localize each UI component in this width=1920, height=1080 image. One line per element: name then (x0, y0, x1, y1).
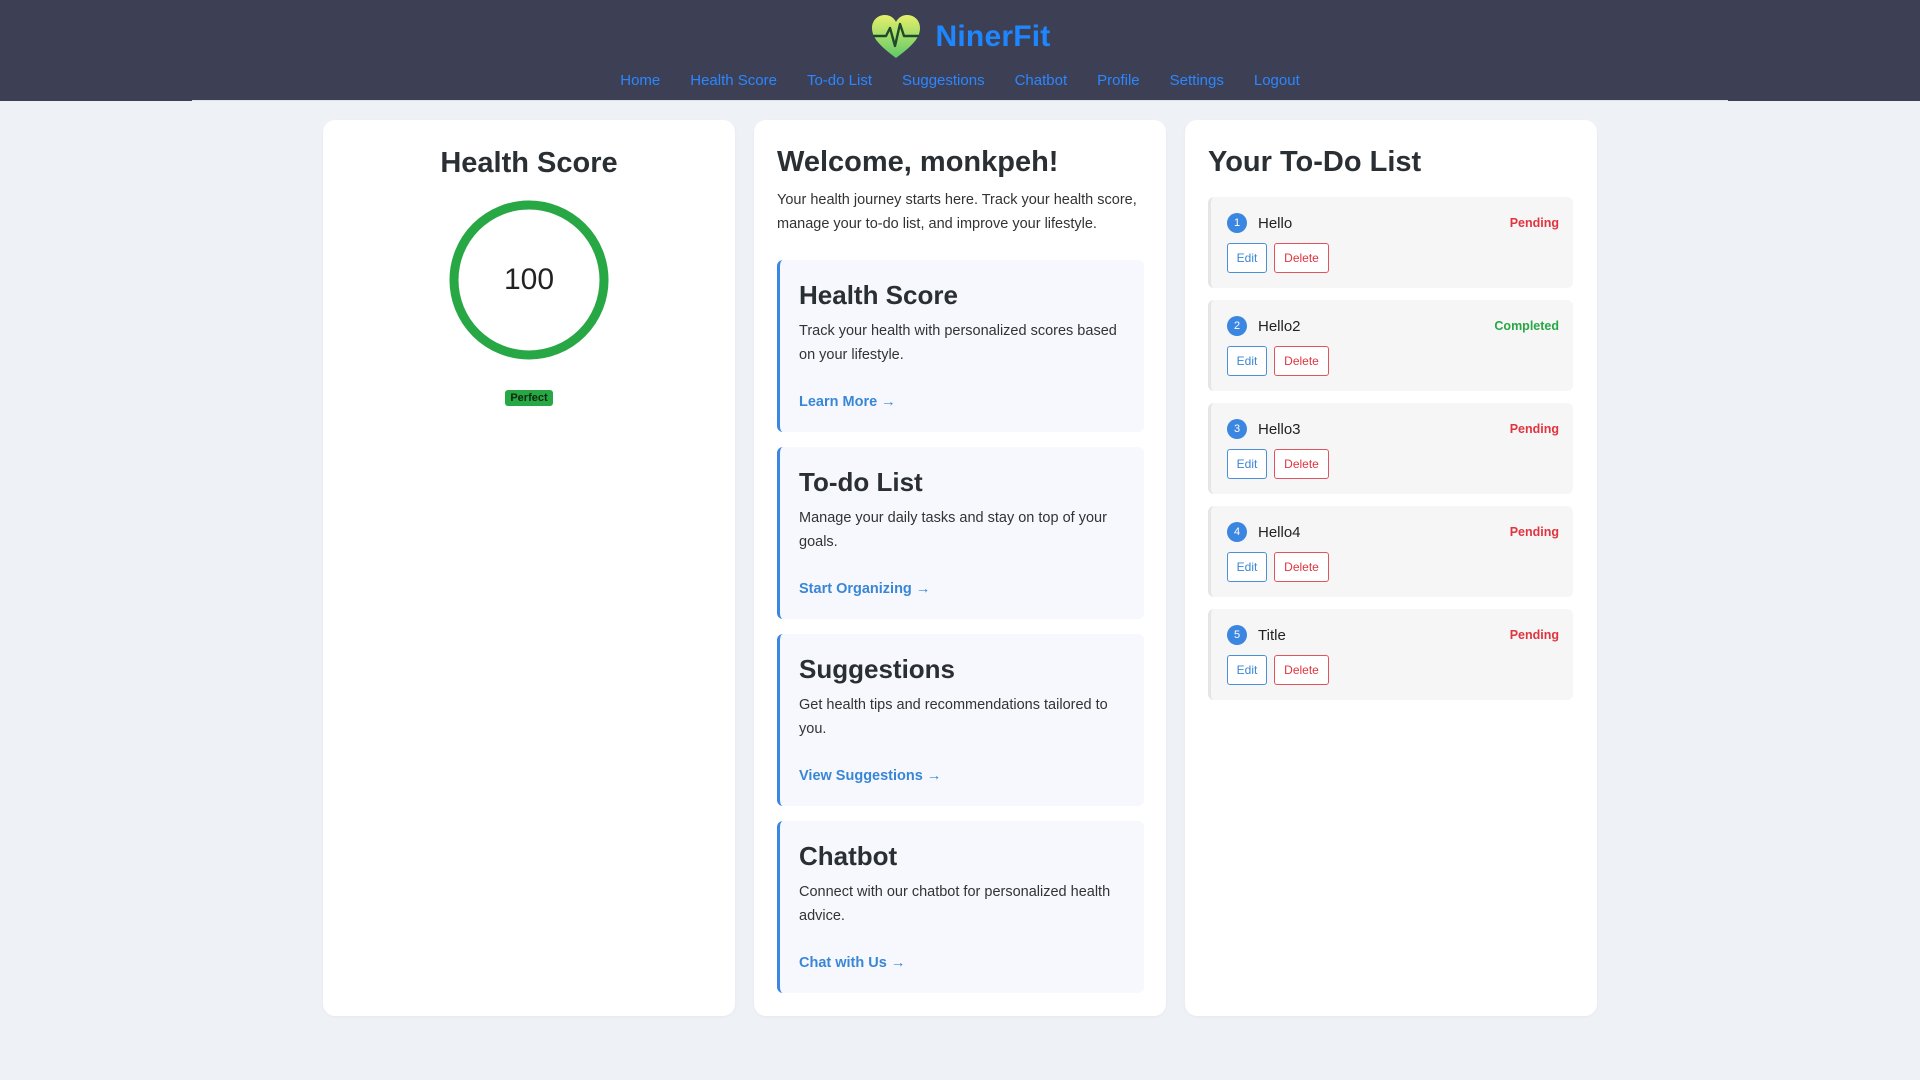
todo-item-title: Hello (1258, 215, 1293, 232)
delete-button[interactable]: Delete (1274, 655, 1329, 685)
todo-item: 4 Hello4 Pending Edit Delete (1208, 506, 1573, 597)
edit-button[interactable]: Edit (1227, 346, 1267, 376)
app-name: NinerFit (935, 20, 1051, 53)
nav-suggestions[interactable]: Suggestions (902, 72, 985, 89)
todo-number-badge: 2 (1227, 316, 1247, 336)
feature-suggestions: Suggestions Get health tips and recommen… (777, 634, 1144, 806)
heart-pulse-logo-icon (871, 15, 920, 58)
todo-number-badge: 5 (1227, 625, 1247, 645)
nav-logout[interactable]: Logout (1254, 72, 1300, 89)
view-suggestions-link[interactable]: View Suggestions → (799, 768, 941, 784)
health-score-title: Health Score (440, 147, 618, 179)
nav-home[interactable]: Home (620, 72, 660, 89)
feature-title: Health Score (799, 280, 958, 310)
welcome-card: Welcome, monkpeh! Your health journey st… (754, 120, 1166, 1016)
todo-card: Your To-Do List 1 Hello Pending Edit Del… (1185, 120, 1597, 1016)
todo-item-title: Hello2 (1258, 318, 1301, 335)
todo-number-badge: 1 (1227, 213, 1247, 233)
todo-title: Your To-Do List (1208, 146, 1422, 178)
header-divider (192, 100, 1728, 101)
brand[interactable]: NinerFit (0, 14, 1920, 60)
todo-status: Pending (1509, 525, 1559, 539)
feature-description: Connect with our chatbot for personalize… (799, 884, 1111, 924)
todo-item-title: Hello4 (1258, 524, 1301, 541)
nav-settings[interactable]: Settings (1170, 72, 1224, 89)
welcome-title: Welcome, monkpeh! (777, 146, 1059, 178)
todo-item: 2 Hello2 Completed Edit Delete (1208, 300, 1573, 391)
top-header: NinerFit Home Health Score To-do List Su… (0, 0, 1920, 101)
learn-more-link[interactable]: Learn More → (799, 394, 896, 410)
todo-item-title: Title (1258, 627, 1286, 644)
todo-item: 5 Title Pending Edit Delete (1208, 609, 1573, 700)
health-score-value: 100 (503, 263, 555, 296)
feature-health-score: Health Score Track your health with pers… (777, 260, 1144, 432)
main-nav: Home Health Score To-do List Suggestions… (0, 72, 1920, 89)
todo-status: Pending (1509, 628, 1559, 642)
todo-status: Pending (1509, 422, 1559, 436)
todo-item-title: Hello3 (1258, 421, 1301, 438)
todo-number-badge: 4 (1227, 522, 1247, 542)
feature-title: To-do List (799, 467, 923, 497)
feature-description: Get health tips and recommendations tail… (799, 697, 1108, 737)
feature-description: Manage your daily tasks and stay on top … (799, 510, 1107, 550)
delete-button[interactable]: Delete (1274, 243, 1329, 273)
welcome-intro: Your health journey starts here. Track y… (777, 192, 1137, 232)
todo-item: 1 Hello Pending Edit Delete (1208, 197, 1573, 288)
delete-button[interactable]: Delete (1274, 449, 1329, 479)
nav-profile[interactable]: Profile (1097, 72, 1140, 89)
health-score-card: Health Score 100 Perfect (323, 120, 735, 1016)
feature-description: Track your health with personalized scor… (799, 323, 1117, 363)
chat-with-us-link[interactable]: Chat with Us → (799, 955, 905, 971)
edit-button[interactable]: Edit (1227, 449, 1267, 479)
feature-title: Chatbot (799, 841, 898, 871)
start-organizing-link[interactable]: Start Organizing → (799, 581, 930, 597)
nav-todo-list[interactable]: To-do List (807, 72, 872, 89)
feature-chatbot: Chatbot Connect with our chatbot for per… (777, 821, 1144, 993)
delete-button[interactable]: Delete (1274, 552, 1329, 582)
health-score-badge: Perfect (505, 390, 553, 406)
delete-button[interactable]: Delete (1274, 346, 1329, 376)
edit-button[interactable]: Edit (1227, 655, 1267, 685)
nav-chatbot[interactable]: Chatbot (1015, 72, 1068, 89)
dashboard: Health Score 100 Perfect Welcome, monkpe… (323, 120, 1597, 1016)
todo-number-badge: 3 (1227, 419, 1247, 439)
edit-button[interactable]: Edit (1227, 552, 1267, 582)
todo-status: Completed (1494, 319, 1559, 333)
todo-status: Pending (1509, 216, 1559, 230)
todo-item: 3 Hello3 Pending Edit Delete (1208, 403, 1573, 494)
feature-title: Suggestions (799, 654, 956, 684)
edit-button[interactable]: Edit (1227, 243, 1267, 273)
feature-todo-list: To-do List Manage your daily tasks and s… (777, 447, 1144, 619)
nav-health-score[interactable]: Health Score (690, 72, 777, 89)
